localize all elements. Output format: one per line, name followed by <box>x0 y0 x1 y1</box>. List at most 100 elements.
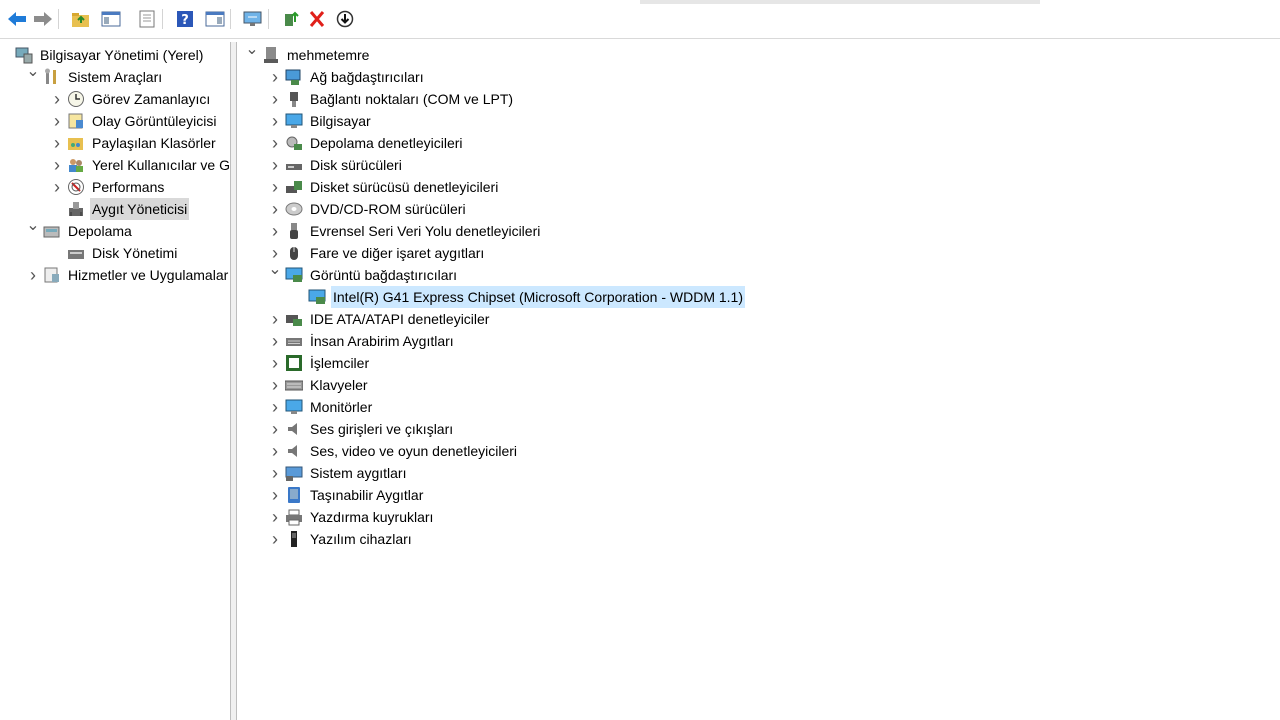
disk-drive-icon <box>285 156 303 174</box>
device-category[interactable]: › Taşınabilir Aygıtlar <box>268 484 425 506</box>
device-category[interactable]: ⌄ Görüntü bağdaştırıcıları <box>268 262 459 287</box>
device-category[interactable]: › Bağlantı noktaları (COM ve LPT) <box>268 88 515 110</box>
chevron-right-icon[interactable]: › <box>50 110 64 132</box>
system-devices-icon <box>285 464 303 482</box>
chevron-right-icon[interactable]: › <box>268 176 282 198</box>
chevron-down-icon[interactable]: ⌄ <box>268 262 282 287</box>
scan-hardware-button[interactable] <box>242 8 264 30</box>
users-icon <box>67 156 85 174</box>
chevron-right-icon[interactable]: › <box>50 176 64 198</box>
device-category[interactable]: › Ses girişleri ve çıkışları <box>268 418 455 440</box>
disable-device-button[interactable] <box>334 8 356 30</box>
properties-button[interactable] <box>136 8 158 30</box>
chevron-right-icon[interactable]: › <box>268 374 282 396</box>
chevron-right-icon[interactable]: › <box>26 264 40 286</box>
toolbar-separator <box>58 9 59 29</box>
device-category[interactable]: › Disket sürücüsü denetleyicileri <box>268 176 500 198</box>
monitor-scan-icon <box>243 10 263 28</box>
toolbar-separator <box>162 9 163 29</box>
device-category[interactable]: › Evrensel Seri Veri Yolu denetleyicileri <box>268 220 542 242</box>
device-category[interactable]: › Ağ bağdaştırıcıları <box>268 66 426 88</box>
device-category[interactable]: › Yazılım cihazları <box>268 528 414 550</box>
tree-item-label: İşlemciler <box>310 355 370 371</box>
device-category[interactable]: › Depolama denetleyicileri <box>268 132 465 154</box>
forward-button[interactable] <box>32 8 54 30</box>
chevron-right-icon[interactable]: › <box>50 88 64 110</box>
chevron-right-icon[interactable]: › <box>268 352 282 374</box>
update-driver-button[interactable] <box>280 8 302 30</box>
dvd-icon <box>285 200 303 218</box>
device-category[interactable]: › Monitörler <box>268 396 374 418</box>
console-tree-item[interactable]: › Paylaşılan Klasörler <box>50 132 218 154</box>
chevron-right-icon[interactable]: › <box>50 154 64 176</box>
processor-icon <box>285 354 303 372</box>
tree-item-label: Ses, video ve oyun denetleyicileri <box>310 443 518 459</box>
back-button[interactable] <box>6 8 28 30</box>
chevron-right-icon[interactable]: › <box>268 66 282 88</box>
device-category[interactable]: › Fare ve diğer işaret aygıtları <box>268 242 486 264</box>
chevron-right-icon[interactable]: › <box>268 110 282 132</box>
console-tree-item[interactable]: › Görev Zamanlayıcı <box>50 88 212 110</box>
down-arrow-circle-icon <box>335 10 355 28</box>
chevron-right-icon[interactable]: › <box>268 132 282 154</box>
tree-item-label: Disk Yönetimi <box>92 245 178 261</box>
chevron-right-icon[interactable]: › <box>268 154 282 176</box>
keyboard-icon <box>285 376 303 394</box>
chevron-right-icon[interactable]: › <box>268 418 282 440</box>
chevron-right-icon[interactable]: › <box>268 220 282 242</box>
chevron-down-icon[interactable]: ⌄ <box>26 64 40 89</box>
tree-item-label: Sistem aygıtları <box>310 465 407 481</box>
tree-item-label: Görev Zamanlayıcı <box>92 91 211 107</box>
device-category[interactable]: › Sistem aygıtları <box>268 462 408 484</box>
console-tree-item[interactable]: › Yerel Kullanıcılar ve Gru <box>50 154 230 176</box>
mouse-icon <box>285 244 303 262</box>
svg-text:?: ? <box>181 13 189 28</box>
chevron-right-icon[interactable]: › <box>268 462 282 484</box>
network-adapter-icon <box>285 68 303 86</box>
device-category[interactable]: › İnsan Arabirim Aygıtları <box>268 330 456 352</box>
chevron-right-icon[interactable]: › <box>50 132 64 154</box>
up-folder-button[interactable] <box>70 8 92 30</box>
chevron-right-icon[interactable]: › <box>268 484 282 506</box>
console-tree-pane: Bilgisayar Yönetimi (Yerel) ⌄ Sistem Araçl… <box>0 42 231 720</box>
device-category[interactable]: › IDE ATA/ATAPI denetleyiciler <box>268 308 491 330</box>
device-tree-root[interactable]: ⌄ mehmetemre <box>245 42 371 67</box>
device-category[interactable]: › Yazdırma kuyrukları <box>268 506 435 528</box>
device-item[interactable]: Intel(R) G41 Express Chipset (Microsoft … <box>291 286 745 308</box>
speaker-icon <box>285 420 303 438</box>
tree-item-label: İnsan Arabirim Aygıtları <box>310 333 454 349</box>
console-tree-icon <box>101 10 121 28</box>
console-tree-item[interactable]: Disk Yönetimi <box>50 242 179 264</box>
chevron-right-icon[interactable]: › <box>268 88 282 110</box>
console-tree-item[interactable]: › Performans <box>50 176 166 198</box>
device-category[interactable]: › İşlemciler <box>268 352 371 374</box>
chevron-right-icon[interactable]: › <box>268 396 282 418</box>
console-tree-item[interactable]: › Hizmetler ve Uygulamalar <box>26 264 230 286</box>
chevron-down-icon[interactable]: ⌄ <box>26 218 40 243</box>
properties-icon <box>137 10 157 28</box>
chevron-right-icon[interactable]: › <box>268 308 282 330</box>
chevron-right-icon[interactable]: › <box>268 198 282 220</box>
console-tree-item[interactable]: Aygıt Yöneticisi <box>50 198 190 220</box>
tree-item-label: Paylaşılan Klasörler <box>92 135 216 151</box>
uninstall-device-button[interactable] <box>306 8 328 30</box>
device-category[interactable]: › Ses, video ve oyun denetleyicileri <box>268 440 519 462</box>
chevron-right-icon[interactable]: › <box>268 506 282 528</box>
display-adapter-icon <box>308 288 326 306</box>
device-category[interactable]: › Disk sürücüleri <box>268 154 404 176</box>
console-tree-item[interactable]: › Olay Görüntüleyicisi <box>50 110 219 132</box>
help-button[interactable]: ? <box>174 8 196 30</box>
chevron-right-icon[interactable]: › <box>268 330 282 352</box>
show-hide-console-tree-button[interactable] <box>100 8 122 30</box>
console-tree-item[interactable]: ⌄ Sistem Araçları <box>26 64 164 89</box>
chevron-right-icon[interactable]: › <box>268 440 282 462</box>
chevron-down-icon[interactable]: ⌄ <box>245 42 259 67</box>
show-hide-action-pane-button[interactable] <box>204 8 226 30</box>
chevron-right-icon[interactable]: › <box>268 528 282 550</box>
device-category[interactable]: › Klavyeler <box>268 374 370 396</box>
console-tree-item[interactable]: ⌄ Depolama <box>26 218 134 243</box>
device-category[interactable]: › Bilgisayar <box>268 110 373 132</box>
expander-placeholder <box>50 242 64 264</box>
device-category[interactable]: › DVD/CD-ROM sürücüleri <box>268 198 468 220</box>
tree-item-label: Sistem Araçları <box>68 69 163 85</box>
